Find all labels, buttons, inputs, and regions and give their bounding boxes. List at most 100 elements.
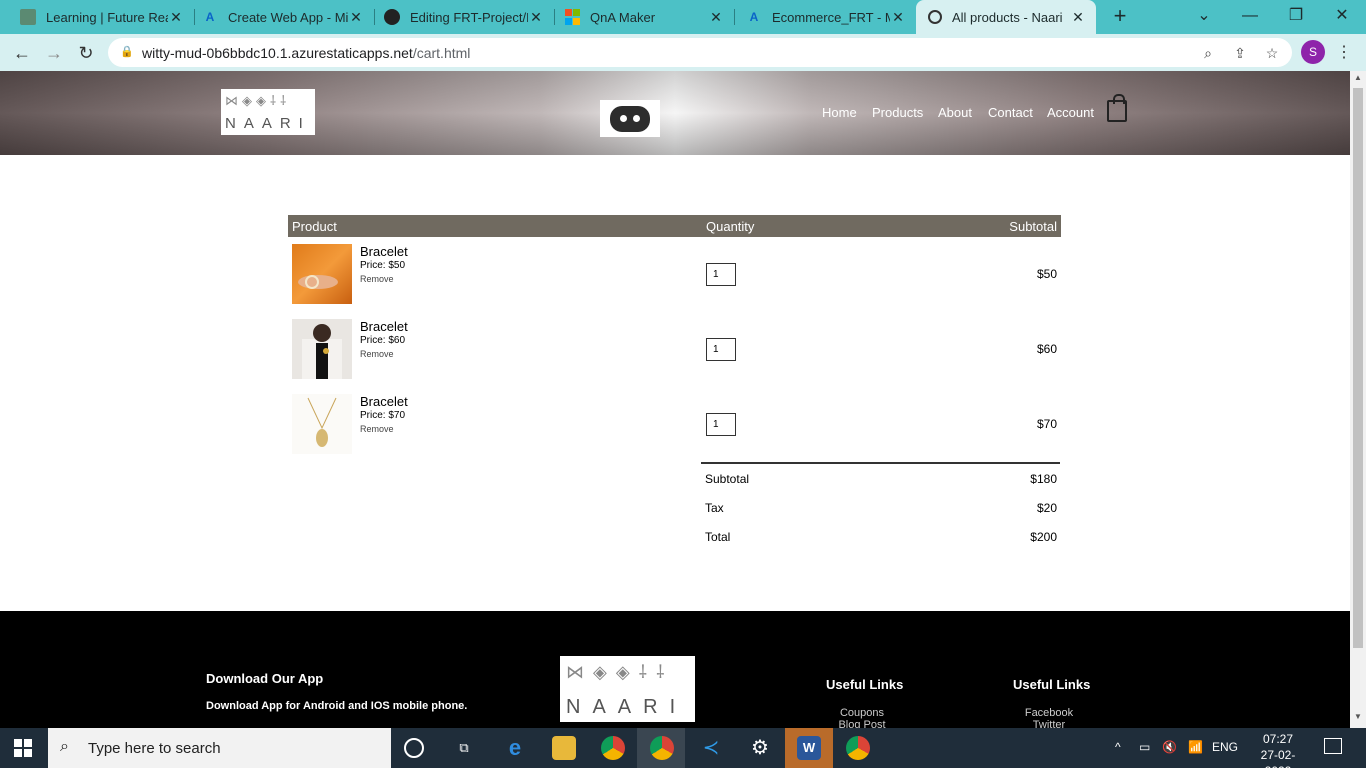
close-icon[interactable]: ✕ xyxy=(528,9,544,26)
browser-tab[interactable]: A Ecommerce_FRT - Mic ✕ xyxy=(726,0,916,34)
forward-button[interactable]: → xyxy=(42,41,66,65)
totals-subtotal-label: Subtotal xyxy=(705,472,750,486)
product-price: Price: $70 xyxy=(360,410,406,421)
quantity-input[interactable] xyxy=(706,338,736,361)
browser-tab-active[interactable]: All products - Naari ✕ xyxy=(916,0,1096,34)
share-icon[interactable]: ⇪ xyxy=(1230,43,1250,63)
volume-muted-icon[interactable]: 🔇 xyxy=(1162,740,1177,754)
remove-link[interactable]: Remove xyxy=(360,274,394,284)
azure-icon: A xyxy=(749,10,759,24)
network-icon[interactable]: 📶 xyxy=(1188,740,1203,754)
totals-total-label: Total xyxy=(705,530,731,544)
tab-title: Editing FRT-Project/RE xyxy=(410,9,528,25)
tab-title: QnA Maker xyxy=(590,9,656,25)
cortana-icon[interactable] xyxy=(404,738,424,758)
minimize-button[interactable]: — xyxy=(1227,0,1273,34)
restore-button[interactable]: ❐ xyxy=(1273,0,1319,34)
zoom-icon[interactable]: ⌕ xyxy=(1198,43,1218,63)
nav-account[interactable]: Account xyxy=(1047,105,1094,120)
battery-icon[interactable]: ▭ xyxy=(1139,740,1150,754)
profile-avatar[interactable]: S xyxy=(1301,40,1325,64)
site-header: ⋈◈◈⸸⸸ NAARI Home Products About Contact … xyxy=(0,71,1350,155)
footer-link-blog[interactable]: Blog Post xyxy=(802,719,922,728)
quantity-input[interactable] xyxy=(706,263,736,286)
chatbot-icon[interactable] xyxy=(600,100,660,137)
footer-link-coupons[interactable]: Coupons xyxy=(802,707,922,719)
file-explorer-icon[interactable] xyxy=(552,736,576,760)
bookmark-star-icon[interactable]: ☆ xyxy=(1262,43,1282,63)
nav-contact[interactable]: Contact xyxy=(988,105,1033,120)
header-product: Product xyxy=(292,219,337,234)
chrome-profile-icon[interactable] xyxy=(650,736,674,760)
browser-tab[interactable]: A Create Web App - Mic ✕ xyxy=(182,0,374,34)
totals-tax-value: $20 xyxy=(1036,501,1057,515)
lock-icon: 🔒 xyxy=(120,46,134,58)
notification-center-icon[interactable] xyxy=(1324,738,1342,754)
site-logo[interactable]: ⋈◈◈⸸⸸ NAARI xyxy=(221,89,315,135)
footer-link-twitter[interactable]: Twitter xyxy=(989,719,1109,728)
task-view-icon[interactable]: ⧉ xyxy=(452,736,476,760)
taskbar-search-box[interactable]: ⌕ Type here to search xyxy=(48,728,391,768)
site-footer: Download Our App Download App for Androi… xyxy=(0,611,1350,728)
settings-gear-icon[interactable]: ⚙ xyxy=(748,736,772,760)
chrome-icon[interactable] xyxy=(601,736,625,760)
nav-home[interactable]: Home xyxy=(822,105,857,120)
totals-tax-label: Tax xyxy=(705,501,724,515)
cart-table-header: Product Quantity Subtotal xyxy=(288,215,1061,237)
close-icon[interactable]: ✕ xyxy=(708,9,724,26)
tab-title: All products - Naari xyxy=(952,9,1063,25)
scroll-thumb[interactable] xyxy=(1353,88,1363,648)
show-hidden-icons-chevron-icon[interactable]: ^ xyxy=(1115,740,1121,754)
nav-products[interactable]: Products xyxy=(872,105,923,120)
product-image xyxy=(292,319,352,379)
search-icon: ⌕ xyxy=(60,738,69,755)
url-input[interactable]: 🔒 witty-mud-0b6bbdc10.1.azurestaticapps.… xyxy=(108,38,1292,67)
menu-kebab-icon[interactable]: ⋮ xyxy=(1336,42,1352,62)
close-icon[interactable]: ✕ xyxy=(890,9,906,26)
close-window-button[interactable]: ✕ xyxy=(1319,0,1365,34)
footer-app-text: Download App for Android and IOS mobile … xyxy=(206,700,468,712)
scroll-up-arrow[interactable]: ▲ xyxy=(1350,73,1366,87)
azure-icon: A xyxy=(205,10,215,24)
scroll-down-arrow[interactable]: ▼ xyxy=(1350,712,1366,726)
close-icon[interactable]: ✕ xyxy=(1070,9,1086,26)
footer-links-heading: Useful Links xyxy=(826,677,904,692)
remove-link[interactable]: Remove xyxy=(360,349,394,359)
remove-link[interactable]: Remove xyxy=(360,424,394,434)
tab-search-icon[interactable]: ⌄ xyxy=(1181,0,1227,34)
close-icon[interactable]: ✕ xyxy=(348,9,364,26)
browser-tab-bar: Learning | Future Read ✕ A Create Web Ap… xyxy=(0,0,1366,34)
footer-link-facebook[interactable]: Facebook xyxy=(989,707,1109,719)
windows-taskbar: ⌕ Type here to search ⧉ e ≺ ⚙ W ^ ▭ 🔇 📶 … xyxy=(0,728,1366,778)
reload-button[interactable]: ↻ xyxy=(74,41,98,65)
browser-tab[interactable]: QnA Maker ✕ xyxy=(544,0,734,34)
page-viewport: ⋈◈◈⸸⸸ NAARI Home Products About Contact … xyxy=(0,71,1350,728)
tab-title: Learning | Future Read xyxy=(46,9,168,25)
browser-tab[interactable]: Editing FRT-Project/RE ✕ xyxy=(364,0,554,34)
taskbar-clock[interactable]: 07:27 27-02-2022 xyxy=(1250,731,1306,779)
language-indicator[interactable]: ENG xyxy=(1212,740,1238,754)
learning-icon xyxy=(20,9,36,25)
nav-about[interactable]: About xyxy=(938,105,972,120)
quantity-input[interactable] xyxy=(706,413,736,436)
vscode-icon[interactable]: ≺ xyxy=(699,736,723,760)
browser-tab[interactable]: Learning | Future Read ✕ xyxy=(0,0,194,34)
windows-start-icon[interactable] xyxy=(14,739,32,757)
new-tab-button[interactable]: + xyxy=(1108,4,1132,28)
edge-icon[interactable]: e xyxy=(503,736,527,760)
back-button[interactable]: ← xyxy=(10,41,34,65)
word-icon[interactable]: W xyxy=(797,736,821,760)
page-scrollbar[interactable]: ▲ ▼ xyxy=(1350,71,1366,728)
clock-date: 27-02-2022 xyxy=(1260,748,1296,778)
item-subtotal: $70 xyxy=(1036,417,1057,431)
chrome-icon[interactable] xyxy=(846,736,870,760)
logo-glyphs: ⋈◈◈⸸⸸ xyxy=(566,662,674,682)
product-price: Price: $60 xyxy=(360,335,406,346)
totals-subtotal-value: $180 xyxy=(1030,472,1057,486)
shopping-bag-icon[interactable] xyxy=(1107,94,1127,122)
footer-logo: ⋈◈◈⸸⸸ NAARI xyxy=(560,656,695,722)
header-subtotal: Subtotal xyxy=(1009,219,1057,234)
url-text: witty-mud-0b6bbdc10.1.azurestaticapps.ne… xyxy=(142,45,471,61)
product-price: Price: $50 xyxy=(360,260,406,271)
product-image xyxy=(292,244,352,304)
